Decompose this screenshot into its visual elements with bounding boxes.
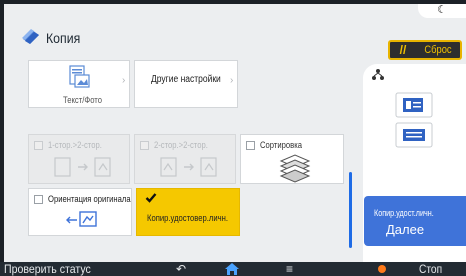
other-settings-label: Другие настройки	[151, 74, 221, 85]
id-copy-label: Копир.удостовер.личн.	[147, 213, 228, 223]
sort-stack-icon	[279, 154, 311, 183]
orientation-checkbox[interactable]	[34, 195, 43, 204]
orientation-icon	[66, 211, 97, 227]
reset-button[interactable]: // Сброс	[388, 40, 462, 60]
orientation-tile[interactable]: Ориентация оригинала	[28, 188, 132, 236]
stop-icon[interactable]	[378, 265, 386, 273]
text-photo-label: Текст/Фото	[63, 95, 102, 105]
copy-document-icon	[22, 29, 39, 44]
duplex-2-2-checkbox	[140, 141, 149, 150]
sort-tile[interactable]: Сортировка	[240, 134, 344, 184]
chevron-right-icon: ›	[230, 75, 234, 86]
reset-label: Сброс	[424, 44, 452, 56]
next-button-label: Далее	[386, 222, 425, 237]
crescent-moon-icon: ☾	[437, 4, 447, 16]
duplex-2-2-tile: 2-стор.>2-стор.	[134, 134, 236, 184]
list-card-icon[interactable]	[395, 122, 433, 148]
id-card-icon[interactable]	[395, 92, 433, 118]
reset-slash-icon: //	[399, 43, 407, 57]
simplex-to-duplex-icon	[54, 157, 111, 177]
duplex-to-duplex-icon	[160, 157, 217, 177]
orientation-label: Ориентация оригинала	[48, 194, 131, 204]
back-arrow-icon[interactable]: ↶	[176, 262, 186, 276]
duplex-2-2-label: 2-стор.>2-стор.	[154, 140, 208, 150]
document-text-photo-icon	[69, 65, 90, 88]
bottom-bar: Проверить статус ↶ ≡ Стоп	[0, 262, 466, 276]
other-settings-tile[interactable]: Другие настройки ›	[134, 60, 238, 108]
stop-button-label[interactable]: Стоп	[419, 262, 442, 276]
text-photo-tile[interactable]: › Текст/Фото	[28, 60, 130, 108]
check-icon	[145, 193, 157, 203]
duplex-1-2-label: 1-стор.>2-стор.	[48, 140, 102, 150]
sort-label: Сортировка	[260, 140, 302, 150]
duplex-1-2-tile: 1-стор.>2-стор.	[28, 134, 130, 184]
settings-tree-icon[interactable]	[371, 68, 385, 82]
page-title: Копия	[46, 30, 81, 46]
scrollbar[interactable]	[349, 172, 352, 248]
sort-checkbox[interactable]	[246, 141, 255, 150]
duplex-1-2-checkbox	[34, 141, 43, 150]
menu-icon[interactable]: ≡	[286, 262, 293, 276]
chevron-right-icon: ›	[122, 75, 126, 86]
copy-screen: ☾ Копия // Сброс › Текст/Фото Другие нас…	[4, 4, 466, 262]
check-status-button[interactable]: Проверить статус	[4, 262, 91, 276]
next-button[interactable]: Копир.удост.личн. Далее	[364, 196, 466, 246]
next-button-sublabel: Копир.удост.личн.	[374, 208, 434, 218]
id-copy-tile[interactable]: Копир.удостовер.личн.	[136, 188, 240, 236]
home-icon[interactable]	[222, 262, 242, 276]
night-mode-button[interactable]: ☾	[418, 4, 466, 18]
